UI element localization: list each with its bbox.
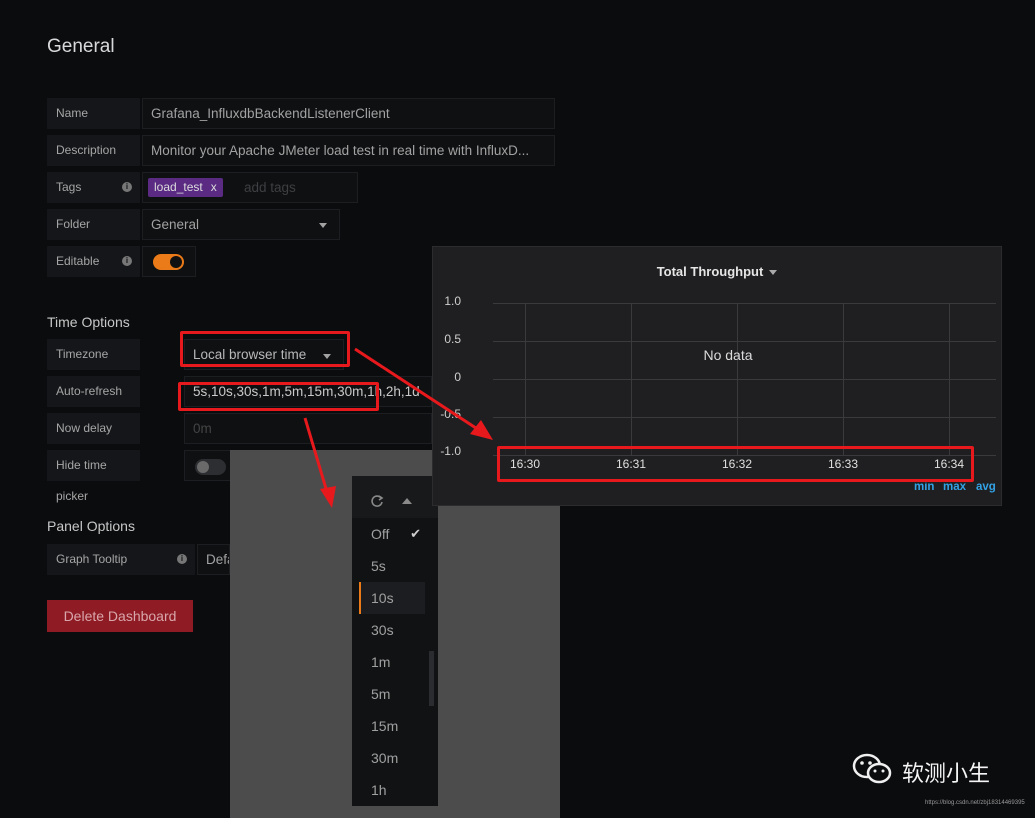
annotation-arrows bbox=[303, 347, 493, 508]
watermark-text: 软测小生 bbox=[902, 761, 991, 786]
watermark-url: https://blog.csdn.net/zbj18314469395 bbox=[925, 800, 1025, 806]
wechat-icon bbox=[852, 753, 892, 784]
